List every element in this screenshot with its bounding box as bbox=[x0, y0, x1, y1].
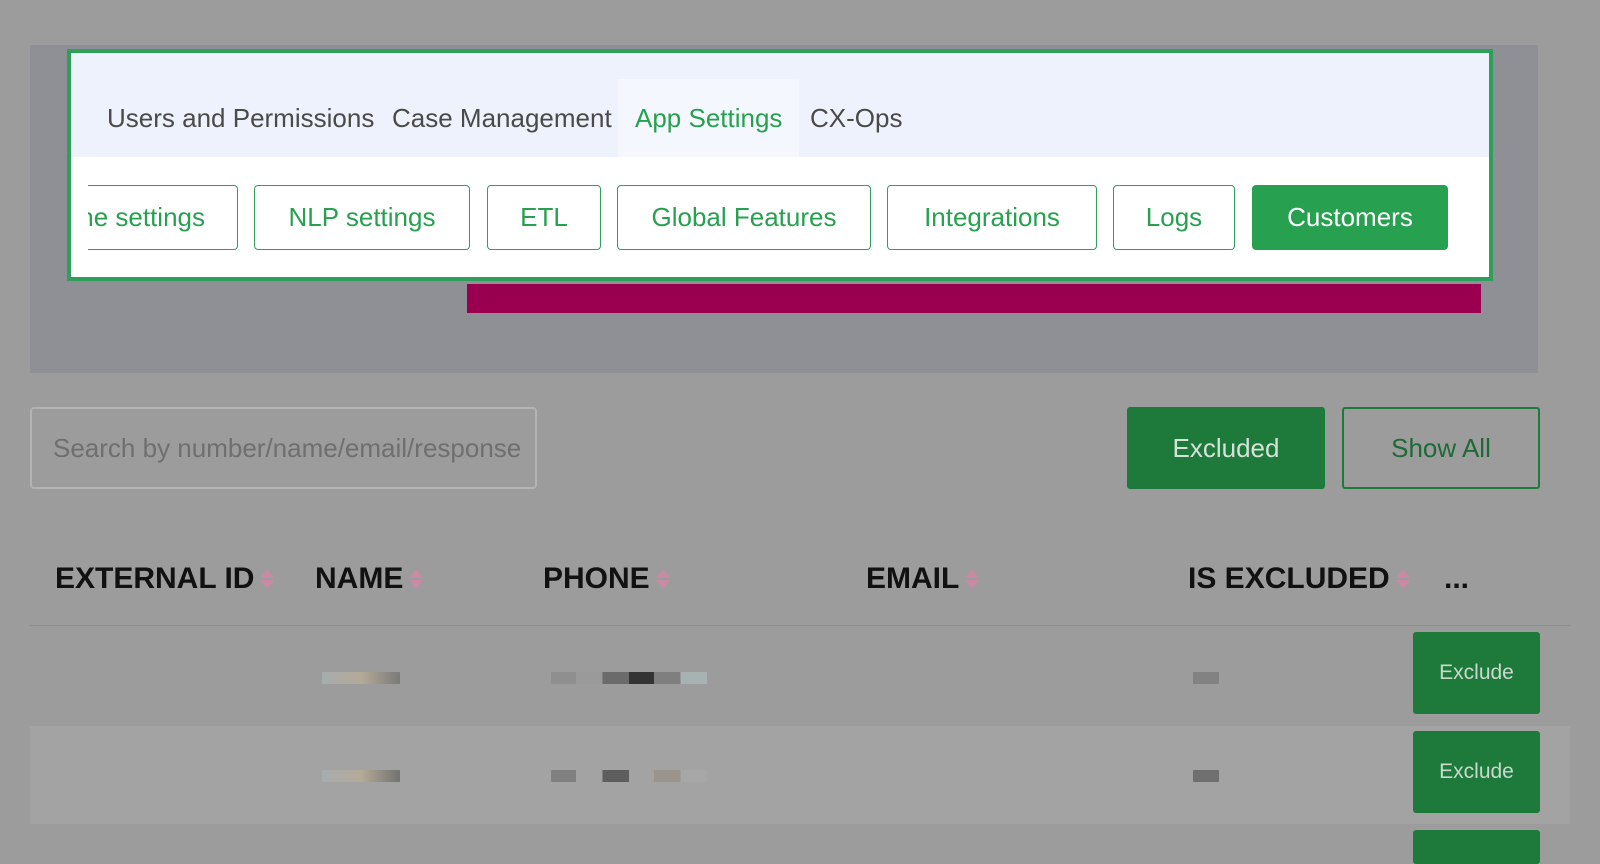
tab-users-and-permissions[interactable]: Users and Permissions bbox=[90, 79, 391, 157]
redacted-excluded-value bbox=[1193, 672, 1219, 684]
tab-case-management[interactable]: Case Management bbox=[375, 79, 629, 157]
tab-app-settings[interactable]: App Settings bbox=[618, 79, 800, 157]
subnav-logs[interactable]: Logs bbox=[1113, 185, 1235, 250]
column-label: PHONE bbox=[543, 562, 650, 595]
sub-navigation: ne settings NLP settings ETL Global Feat… bbox=[88, 157, 1483, 277]
redacted-name bbox=[322, 770, 400, 782]
column-header-is-excluded[interactable]: IS EXCLUDED bbox=[1188, 562, 1410, 596]
excluded-filter-button[interactable]: Excluded bbox=[1127, 407, 1325, 489]
column-header-email[interactable]: EMAIL bbox=[866, 562, 980, 596]
redacted-excluded-value bbox=[1193, 770, 1219, 782]
exclude-button[interactable] bbox=[1413, 830, 1540, 864]
column-header-external-id[interactable]: EXTERNAL ID bbox=[55, 562, 275, 596]
column-header-name[interactable]: NAME bbox=[315, 562, 424, 596]
tab-cx-ops[interactable]: CX-Ops bbox=[793, 79, 919, 157]
header-divider bbox=[30, 625, 1570, 626]
table-row bbox=[30, 627, 1570, 725]
highlight-bar bbox=[467, 284, 1481, 313]
search-input[interactable] bbox=[30, 407, 537, 489]
column-label: NAME bbox=[315, 562, 404, 595]
subnav-integrations[interactable]: Integrations bbox=[887, 185, 1097, 250]
sort-icon bbox=[965, 569, 980, 589]
redacted-phone bbox=[551, 672, 707, 684]
column-header-more[interactable]: ... bbox=[1444, 562, 1469, 596]
subnav-ne-settings[interactable]: ne settings bbox=[88, 185, 238, 250]
redacted-phone bbox=[551, 770, 707, 782]
column-label: IS EXCLUDED bbox=[1188, 562, 1390, 595]
settings-nav-card: Users and Permissions Case Management Ap… bbox=[67, 49, 1493, 281]
sort-icon bbox=[260, 569, 275, 589]
subnav-nlp-settings[interactable]: NLP settings bbox=[254, 185, 470, 250]
sort-icon bbox=[1395, 569, 1410, 589]
column-label: ... bbox=[1444, 562, 1470, 595]
subnav-etl[interactable]: ETL bbox=[487, 185, 601, 250]
column-label: EMAIL bbox=[866, 562, 960, 595]
subnav-global-features[interactable]: Global Features bbox=[617, 185, 871, 250]
column-label: EXTERNAL ID bbox=[55, 562, 255, 595]
main-tabs: Users and Permissions Case Management Ap… bbox=[71, 53, 1489, 157]
sort-icon bbox=[409, 569, 424, 589]
table-row bbox=[30, 726, 1570, 824]
column-header-phone[interactable]: PHONE bbox=[543, 562, 670, 596]
redacted-name bbox=[322, 672, 400, 684]
show-all-button[interactable]: Show All bbox=[1342, 407, 1540, 489]
exclude-button[interactable]: Exclude bbox=[1413, 632, 1540, 714]
exclude-button[interactable]: Exclude bbox=[1413, 731, 1540, 813]
subnav-customers[interactable]: Customers bbox=[1252, 185, 1448, 250]
sort-icon bbox=[655, 569, 670, 589]
